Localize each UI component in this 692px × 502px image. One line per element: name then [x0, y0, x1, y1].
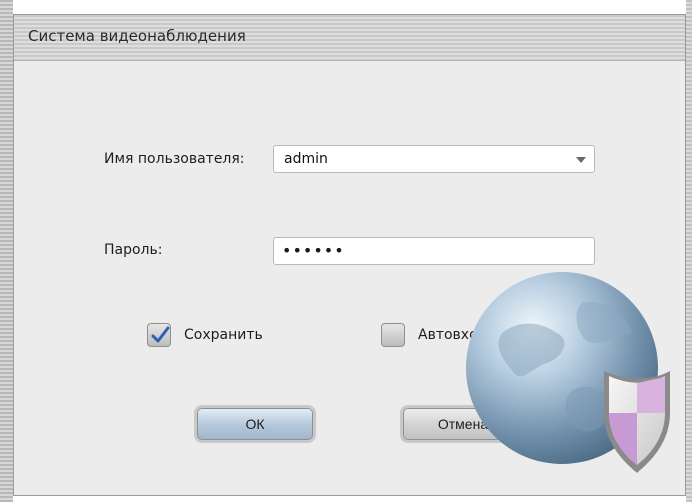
- screen: Система видеонаблюдения Имя пользователя…: [0, 0, 692, 502]
- checkmark-icon: [151, 326, 170, 343]
- globe-shield-icon: [466, 272, 670, 473]
- username-label: Имя пользователя:: [104, 151, 245, 167]
- password-mask: ••••••: [282, 241, 345, 260]
- chevron-down-icon[interactable]: [576, 157, 586, 163]
- ok-button[interactable]: ОК: [194, 405, 316, 443]
- save-label[interactable]: Сохранить: [184, 327, 263, 343]
- window-frame-left: [0, 0, 13, 502]
- window-frame-top: [13, 0, 686, 14]
- window-frame-right: [686, 0, 692, 502]
- window-title: Система видеонаблюдения: [28, 27, 246, 45]
- autologin-checkbox[interactable]: [381, 323, 405, 347]
- username-combobox[interactable]: admin: [273, 145, 595, 173]
- title-bar[interactable]: Система видеонаблюдения: [14, 15, 685, 61]
- password-field[interactable]: ••••••: [273, 237, 595, 265]
- login-dialog: Система видеонаблюдения Имя пользователя…: [13, 14, 686, 496]
- password-label: Пароль:: [104, 242, 163, 258]
- username-value: admin: [284, 151, 328, 167]
- save-checkbox[interactable]: [147, 323, 171, 347]
